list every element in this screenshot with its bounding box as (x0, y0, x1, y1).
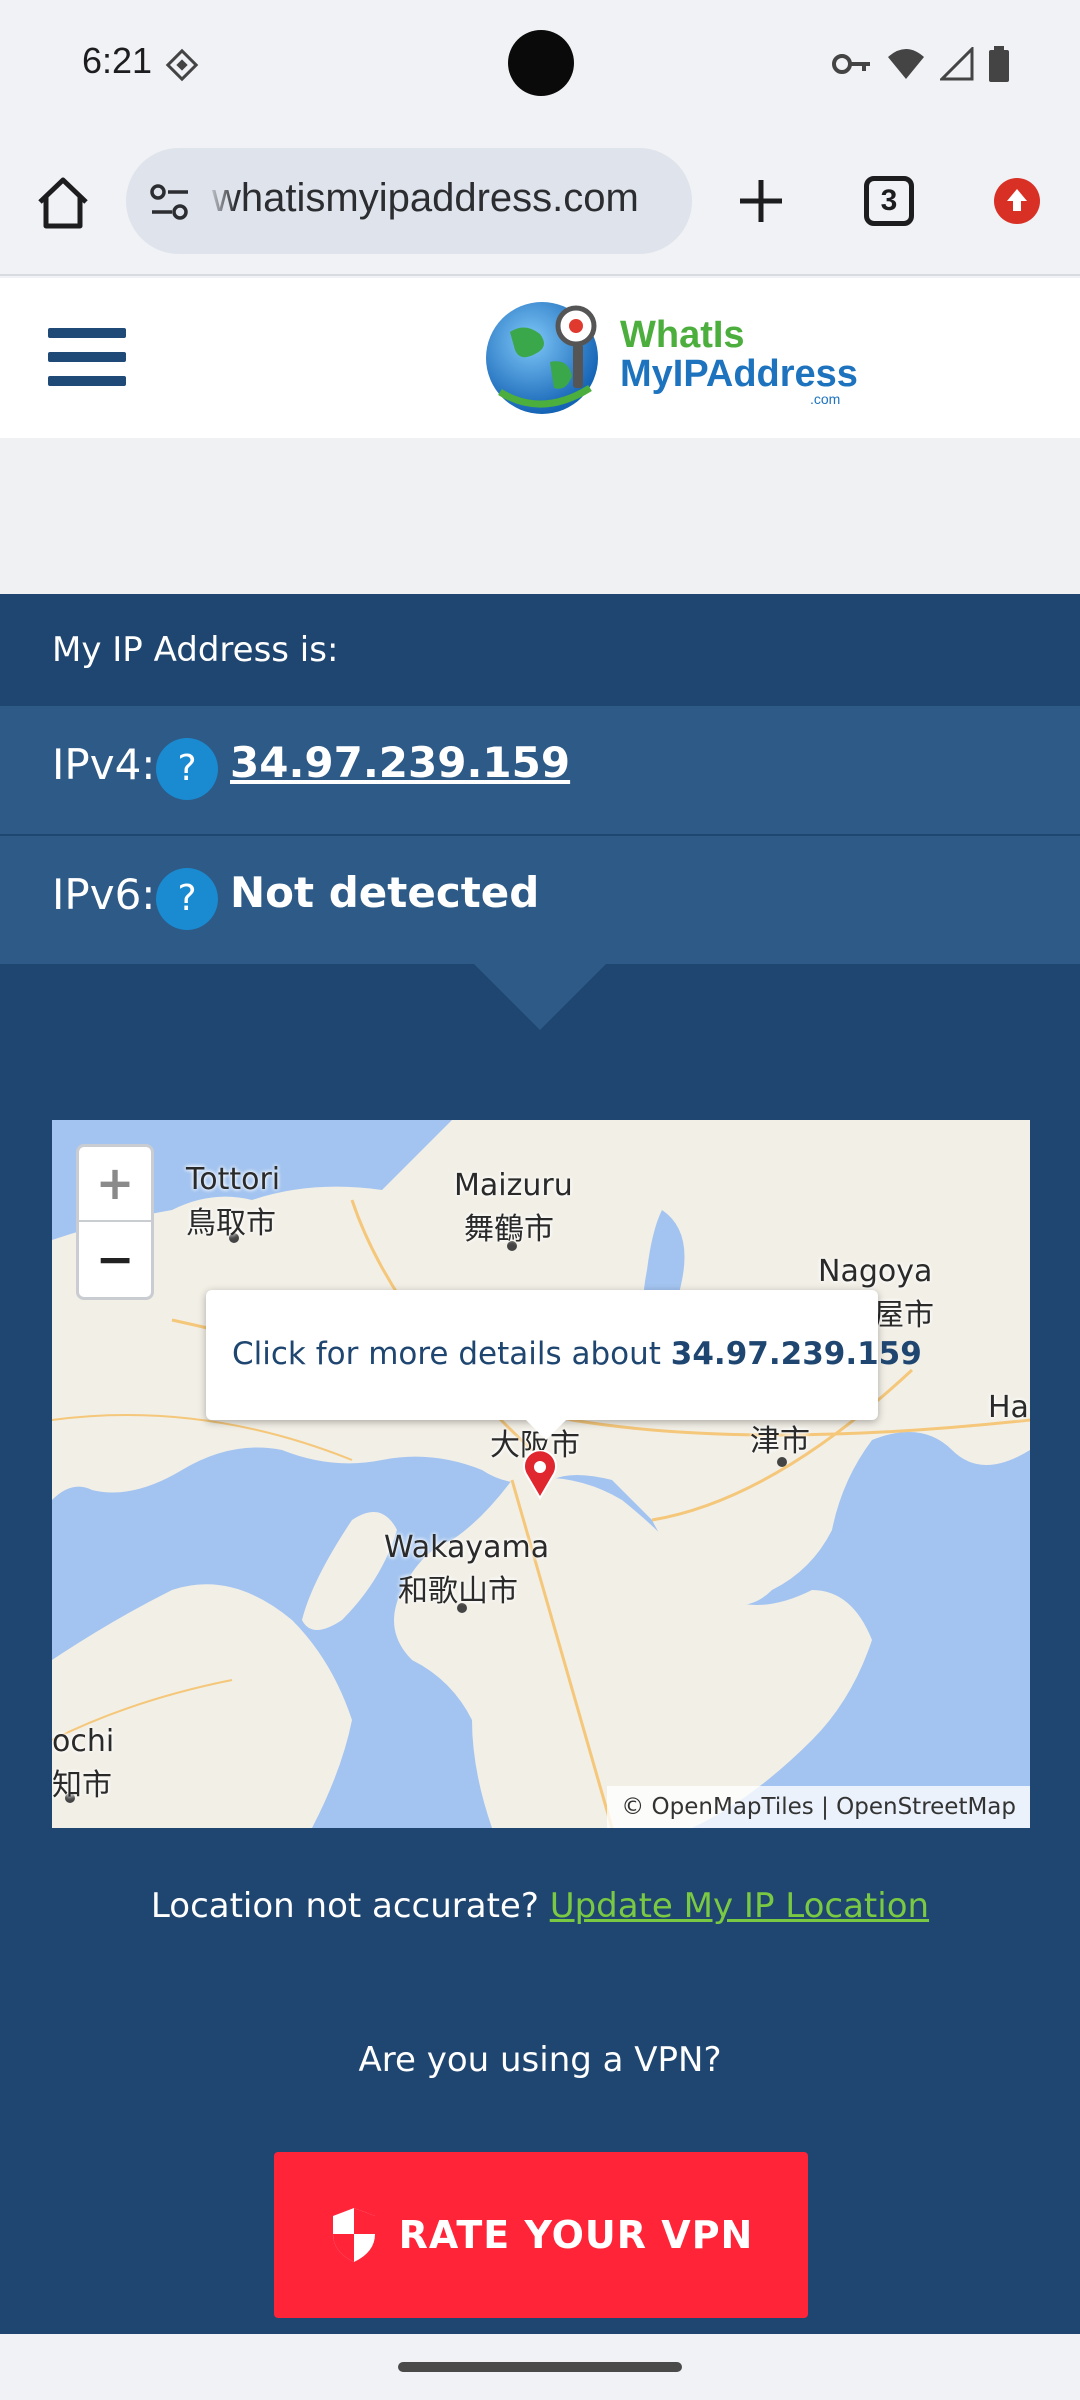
logo-text-com: .com (810, 391, 840, 407)
home-icon[interactable] (30, 170, 96, 236)
ipv6-row: IPv6: ? Not detected (0, 836, 1080, 964)
map-popup-prefix: Click for more details about (232, 1336, 661, 1372)
map-popup-text[interactable]: Click for more details about 34.97.239.1… (232, 1336, 922, 1372)
shield-icon (332, 2208, 375, 2262)
location-question: Location not accurate? (150, 1886, 539, 1926)
url-text[interactable]: whatismyipaddress.com (212, 176, 639, 221)
logo-text-myip: MyIPAddress (620, 353, 858, 395)
site-settings-icon[interactable] (148, 180, 192, 224)
status-time: 6:21 (82, 40, 153, 81)
zoom-in-button[interactable]: + (79, 1147, 151, 1222)
panel-pointer (474, 964, 606, 1030)
globe-logo-icon: WhatIs MyIPAddress .com (486, 302, 858, 414)
arrow-up-icon (1007, 189, 1027, 211)
menu-icon[interactable] (48, 328, 126, 386)
map-label-kochi-en: ochi (52, 1724, 115, 1759)
location-map[interactable]: Tottori 鳥取市 Maizuru 舞鶴市 Nagoya 屋市 Ha 大阪市… (52, 1120, 1030, 1828)
tab-switcher-button[interactable]: 3 (864, 176, 914, 226)
wifi-icon (888, 49, 924, 79)
status-icons (832, 46, 1010, 82)
url-bar[interactable]: whatismyipaddress.com (126, 148, 692, 254)
site-logo[interactable]: WhatIs MyIPAddress .com (480, 292, 860, 422)
location-pin-icon[interactable] (522, 1450, 558, 1500)
ipv4-label: IPv4: (52, 740, 156, 789)
signal-icon (940, 47, 974, 81)
map-label-nagoya-en: Nagoya (818, 1254, 933, 1289)
map-label-maizuru-ja: 舞鶴市 (464, 1212, 554, 1247)
status-bar: 6:21 (0, 0, 1080, 130)
map-label-nagoya-ja: 屋市 (874, 1298, 934, 1333)
update-icon[interactable] (994, 178, 1040, 224)
diamond-notification-icon (165, 48, 199, 82)
gesture-nav-bar (0, 2334, 1080, 2400)
update-location-link[interactable]: Update My IP Location (550, 1886, 929, 1926)
map-label-tottori-en: Tottori (186, 1162, 281, 1197)
ipv6-help-icon[interactable]: ? (156, 868, 218, 930)
map-popup-ip: 34.97.239.159 (670, 1336, 922, 1372)
map-label-tsu-ja: 津市 (750, 1424, 810, 1459)
site-header: WhatIs MyIPAddress .com (0, 278, 1080, 438)
vpn-question: Are you using a VPN? (358, 2040, 722, 2080)
new-tab-icon[interactable] (728, 168, 794, 234)
map-label-kochi-ja: 知市 (52, 1768, 112, 1803)
map-label-ha: Ha (988, 1390, 1029, 1425)
zoom-control: + − (76, 1144, 154, 1300)
battery-icon (989, 46, 1009, 82)
rate-vpn-button[interactable]: RATE YOUR VPN (274, 2152, 808, 2318)
camera-cutout (508, 30, 574, 96)
ip-panel: My IP Address is: IPv4: ? 34.97.239.159 … (0, 594, 1080, 2334)
ipv6-label: IPv6: (52, 870, 156, 919)
map-label-wakayama-ja: 和歌山市 (398, 1574, 518, 1609)
rate-vpn-label: RATE YOUR VPN (398, 2213, 754, 2257)
vpn-key-icon (832, 54, 870, 74)
map-popup[interactable]: Click for more details about 34.97.239.1… (206, 1290, 922, 1440)
map-label-wakayama-en: Wakayama (384, 1530, 550, 1565)
location-line: Location not accurate? Update My IP Loca… (0, 1886, 1080, 1926)
zoom-out-button[interactable]: − (79, 1223, 151, 1298)
ipv6-value: Not detected (230, 868, 540, 917)
browser-toolbar: whatismyipaddress.com 3 (0, 130, 1080, 276)
ad-space (0, 438, 1080, 594)
logo-text-what: WhatIs (620, 314, 745, 356)
ip-heading: My IP Address is: (52, 630, 339, 670)
map-attribution[interactable]: © OpenMapTiles | OpenStreetMap (607, 1786, 1030, 1828)
ipv4-value-link[interactable]: 34.97.239.159 (230, 738, 570, 787)
ipv4-help-icon[interactable]: ? (156, 738, 218, 800)
map-label-tottori-ja: 鳥取市 (186, 1206, 276, 1241)
map-label-maizuru-en: Maizuru (454, 1168, 573, 1203)
ipv4-row: IPv4: ? 34.97.239.159 (0, 706, 1080, 834)
home-gesture-handle[interactable] (398, 2362, 682, 2372)
